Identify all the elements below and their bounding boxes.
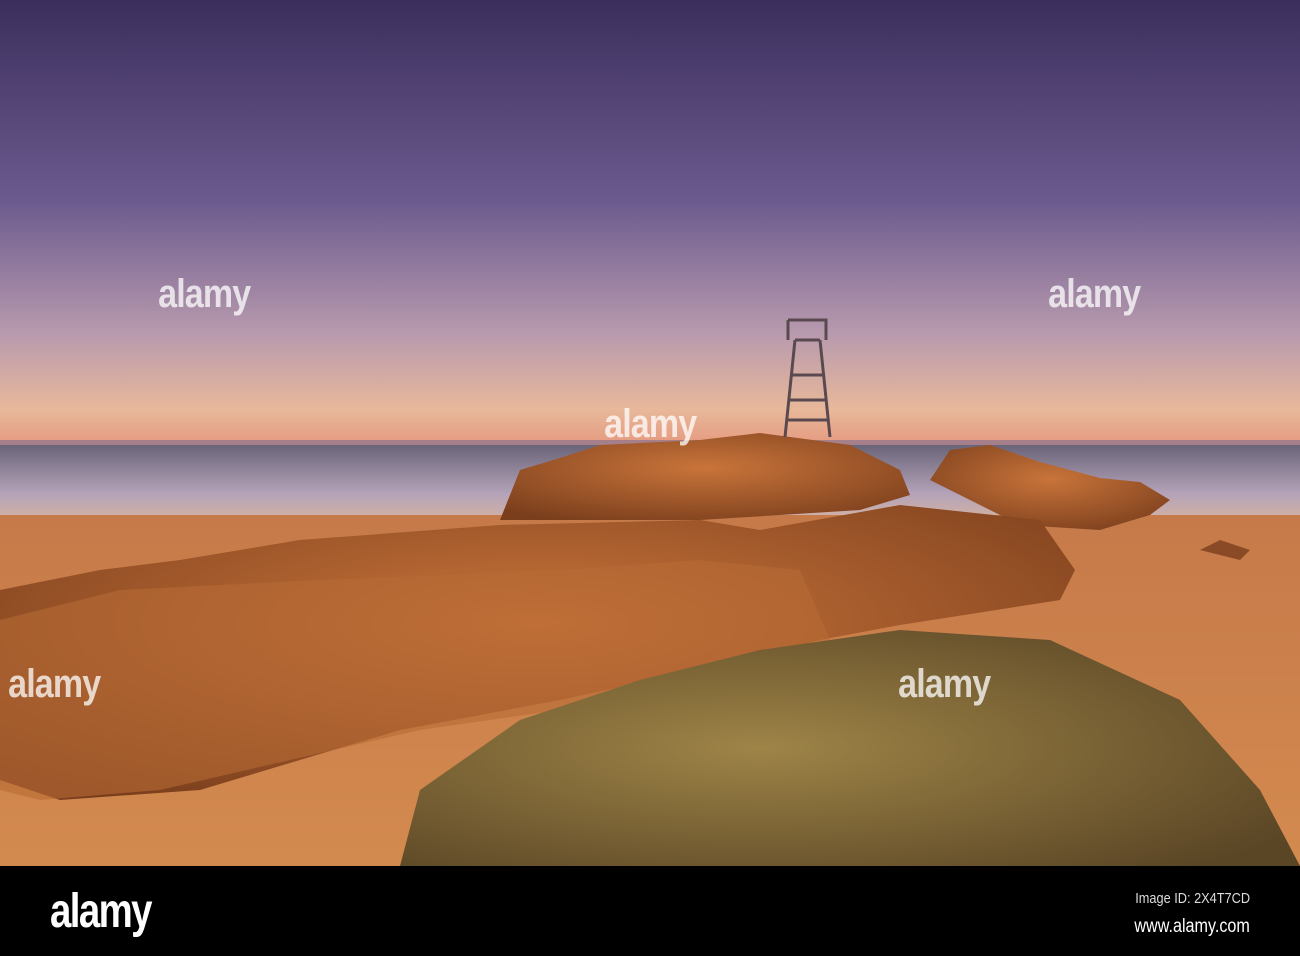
watermark: alamy: [1048, 272, 1141, 316]
watermark: alamy: [158, 272, 251, 316]
alamy-logo: alamy: [50, 885, 152, 938]
website-link[interactable]: www.alamy.com: [1135, 916, 1250, 938]
watermark: alamy: [8, 662, 101, 706]
image-id: Image ID: 2X4T7CD: [1135, 890, 1250, 907]
watermark: alamy: [898, 662, 991, 706]
stock-photo: alamy alamy alamy alamy alamy alamy Imag…: [0, 0, 1300, 956]
footer-bar: alamy Image ID: 2X4T7CD www.alamy.com: [0, 866, 1300, 956]
watermark: alamy: [604, 402, 697, 446]
